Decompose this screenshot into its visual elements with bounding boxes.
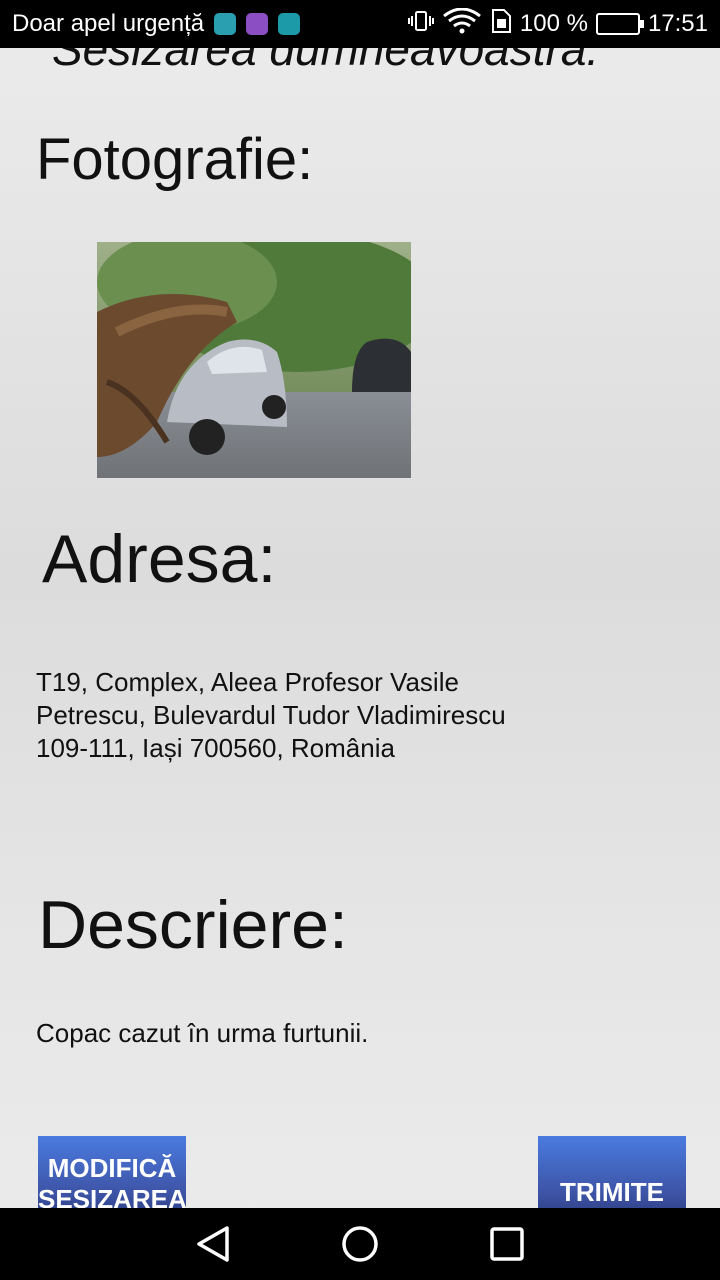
address-line: 109-111, Iași 700560, România (36, 733, 395, 763)
modify-report-button[interactable]: MODIFICĂ SESIZAREA (38, 1136, 187, 1208)
recents-icon[interactable] (483, 1220, 531, 1268)
address-heading: Adresa: (42, 521, 277, 597)
wifi-icon (442, 7, 482, 41)
android-notification-icon (214, 13, 237, 35)
battery-percent: 100 % (519, 10, 588, 37)
send-report-button[interactable]: TRIMITE (538, 1136, 686, 1208)
vibrate-icon (407, 9, 434, 40)
clock: 17:51 (647, 10, 708, 37)
address-line: T19, Complex, Aleea Profesor Vasile (36, 667, 459, 697)
description-text: Copac cazut în urma furtunii. (36, 1018, 369, 1048)
status-right: 100 % 17:51 (407, 7, 708, 41)
modify-button-label-line2: SESIZAREA (38, 1184, 187, 1208)
report-photo (97, 242, 411, 478)
battery-icon (595, 13, 644, 35)
carrier-text: Doar apel urgență (12, 10, 205, 37)
address-text: T19, Complex, Aleea Profesor Vasile Petr… (36, 666, 576, 765)
gallery-notification-icon (246, 13, 269, 35)
modify-button-label-line1: MODIFICĂ (47, 1153, 177, 1183)
sim-icon (490, 8, 512, 41)
status-left: Doar apel urgență (12, 10, 301, 38)
status-bar: Doar apel urgență 100 % 17:51 (0, 0, 720, 48)
report-summary-screen[interactable]: Sesizarea dumneavoastră: Fotografie: Adr… (0, 0, 720, 1208)
shield-notification-icon (278, 13, 301, 35)
back-icon[interactable] (189, 1220, 237, 1268)
home-icon[interactable] (336, 1220, 384, 1268)
description-heading: Descriere: (38, 887, 348, 963)
navigation-bar (0, 1208, 720, 1280)
address-line: Petrescu, Bulevardul Tudor Vladimirescu (36, 700, 506, 730)
photo-heading: Fotografie: (36, 127, 314, 192)
